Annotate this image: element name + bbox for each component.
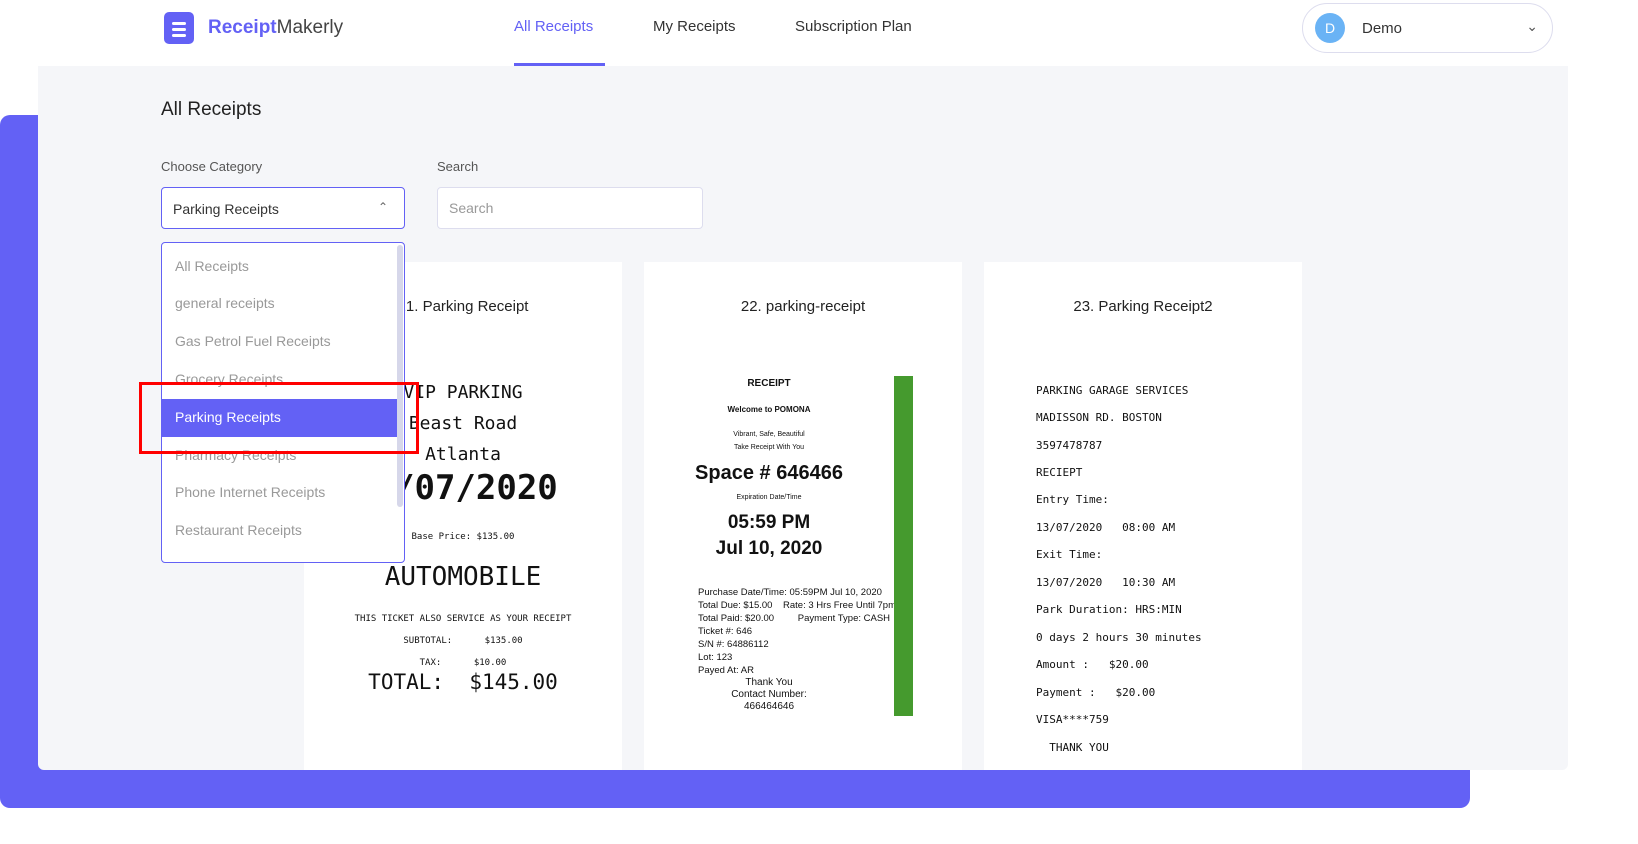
receipt-welcome: Welcome to POMONA <box>727 405 811 414</box>
option-all-receipts[interactable]: All Receipts <box>162 248 398 286</box>
avatar: D <box>1315 13 1345 43</box>
receipt-line: Purchase Date/Time: 05:59PM Jul 10, 2020 <box>698 587 882 598</box>
receipt-line: TAX: $10.00 <box>419 658 507 668</box>
receipt-line: MADISSON RD. BOSTON <box>1036 411 1162 424</box>
receipt-heading: RECEIPT <box>747 378 791 389</box>
receipt-line: TOTAL: $145.00 <box>368 670 558 694</box>
receipt-card[interactable]: 22. parking-receipt RECEIPT Welcome to P… <box>644 262 962 770</box>
search-input[interactable] <box>437 187 703 229</box>
active-tab-indicator <box>514 63 605 66</box>
category-label: Choose Category <box>161 159 263 174</box>
receipt-line: Amount : $20.00 <box>1036 658 1149 671</box>
space-number: Space # 646466 <box>695 462 843 484</box>
category-select[interactable]: Parking Receipts ⌃ <box>161 187 405 229</box>
card-title: 23. Parking Receipt2 <box>1073 298 1213 315</box>
receipt-line: /07/2020 <box>394 468 558 508</box>
expiration-time: 05:59 PM <box>727 512 811 533</box>
receipt-line: Expiration Date/Time <box>736 494 802 501</box>
option-phone-internet-receipts[interactable]: Phone Internet Receipts <box>162 474 398 512</box>
receipt-line: Entry Time: <box>1036 493 1109 506</box>
receipt-line: THIS TICKET ALSO SERVICE AS YOUR RECEIPT <box>354 614 572 624</box>
receipt-line: 13/07/2020 08:00 AM <box>1036 521 1176 534</box>
logo[interactable]: ReceiptMakerly <box>164 12 343 44</box>
receipt-line: Vibrant, Safe, Beautiful <box>733 431 805 438</box>
receipt-line: Payed At: AR <box>698 665 754 676</box>
receipt-line: Take Receipt With You <box>733 444 805 451</box>
option-restaurant-receipts[interactable]: Restaurant Receipts <box>162 512 398 550</box>
receipt-line: Park Duration: HRS:MIN <box>1036 603 1182 616</box>
receipt-line: Exit Time: <box>1036 548 1103 561</box>
receipt-line: PARKING GARAGE SERVICES <box>1036 384 1189 397</box>
receipt-line: S/N #: 64886112 <box>698 639 769 650</box>
receipt-line: SUBTOTAL: $135.00 <box>403 636 523 646</box>
option-gas-receipts[interactable]: Gas Petrol Fuel Receipts <box>162 323 398 361</box>
highlight-box <box>139 382 419 454</box>
logo-text: ReceiptMakerly <box>208 17 344 38</box>
expiration-date: Jul 10, 2020 <box>715 538 823 559</box>
receipt-line: Ticket #: 646 <box>698 626 753 637</box>
top-nav: ReceiptMakerly All Receipts My Receipts … <box>0 0 1638 66</box>
user-menu[interactable]: D Demo ⌄ <box>1302 3 1553 53</box>
receipt-line: 0 days 2 hours 30 minutes <box>1036 631 1202 644</box>
category-value: Parking Receipts <box>173 201 279 217</box>
option-general-receipts[interactable]: general receipts <box>162 285 398 323</box>
receipt-line: Total Paid: $20.00 Payment Type: CASH <box>698 613 891 624</box>
receipt-line: Payment : $20.00 <box>1036 686 1156 699</box>
dropdown-scrollbar[interactable] <box>397 245 403 507</box>
receipt-line: Lot: 123 <box>698 652 733 663</box>
card-title: 22. parking-receipt <box>740 298 866 315</box>
nav-subscription-plan[interactable]: Subscription Plan <box>795 18 912 35</box>
user-name: Demo <box>1362 19 1403 37</box>
receipt-line: THANK YOU <box>1036 741 1109 754</box>
receipt-line: AUTOMOBILE <box>384 562 542 592</box>
receipt-logo-icon <box>164 12 194 44</box>
receipt-line: VISA****759 <box>1036 713 1109 726</box>
receipt-line: 13/07/2020 10:30 AM <box>1036 576 1176 589</box>
receipt-line: Thank You <box>745 677 793 688</box>
page-title: All Receipts <box>161 99 262 120</box>
receipt-line: RECIEPT <box>1036 466 1083 479</box>
nav-my-receipts[interactable]: My Receipts <box>653 18 736 35</box>
nav-all-receipts[interactable]: All Receipts <box>514 18 593 35</box>
search-label: Search <box>437 159 479 174</box>
receipt-line: Contact Number: <box>731 689 807 700</box>
green-bar <box>894 376 913 716</box>
receipt-line: 3597478787 <box>1036 439 1103 452</box>
chevron-down-icon: ⌄ <box>1526 18 1538 34</box>
chevron-up-icon: ⌃ <box>377 200 388 214</box>
receipt-line: Total Due: $15.00 Rate: 3 Hrs Free Until… <box>698 600 897 611</box>
receipt-line: 466464646 <box>743 701 795 712</box>
receipt-card[interactable]: 23. Parking Receipt2 PARKING GARAGE SERV… <box>984 262 1302 770</box>
